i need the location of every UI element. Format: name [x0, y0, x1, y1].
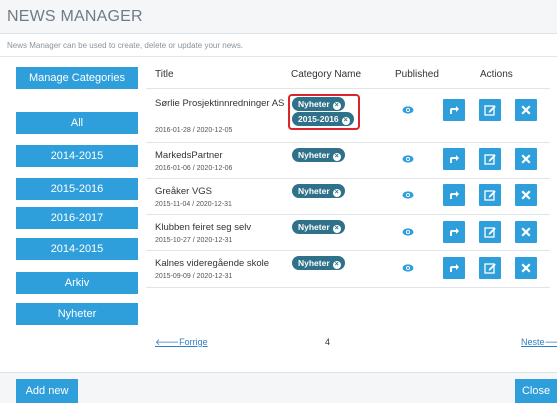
close-icon [521, 190, 531, 200]
title-bar: NEWS MANAGER [0, 0, 557, 34]
page-title: NEWS MANAGER [7, 8, 143, 25]
category-nyheter-button[interactable]: Nyheter [16, 303, 138, 325]
row-dates: 2016-01-28 / 2020-12-05 [155, 127, 233, 134]
row-title: MarkedsPartner [155, 150, 223, 161]
row-dates: 2015-11-04 / 2020-12-31 [155, 201, 232, 208]
eye-icon [402, 155, 414, 163]
edit-icon [484, 190, 496, 201]
divider [0, 56, 557, 57]
tag-label: Nyheter [298, 258, 330, 268]
arrow-left-icon: 🡐 [155, 337, 180, 347]
highlight-box [288, 94, 360, 130]
edit-button[interactable] [479, 221, 501, 243]
pager-next-label: Neste [521, 337, 545, 347]
remove-tag-icon[interactable]: × [332, 225, 341, 233]
share-icon [450, 106, 459, 114]
row-divider [146, 88, 550, 89]
eye-icon [402, 228, 414, 236]
arrow-right-icon: 🡒 [544, 337, 557, 347]
category-2015-2016-button[interactable]: 2015-2016 [16, 178, 138, 200]
pager-prev-label: Forrige [179, 337, 208, 347]
column-header-category: Category Name [291, 69, 362, 80]
row-divider [146, 178, 550, 179]
close-icon [521, 154, 531, 164]
row-divider [146, 214, 550, 215]
pager-current-page: 4 [325, 337, 331, 347]
category-arkiv-button[interactable]: Arkiv [16, 272, 138, 294]
row-divider [146, 250, 550, 251]
close-icon [521, 263, 531, 273]
edit-button[interactable] [479, 257, 501, 279]
pager-prev-link[interactable]: 🡐Forrige [155, 337, 208, 348]
share-icon [450, 228, 459, 236]
row-title: Kalnes videregående skole [155, 258, 270, 269]
row-title: Greåker VGS [155, 186, 213, 197]
footer-bar [0, 372, 557, 403]
remove-tag-icon[interactable]: × [332, 153, 341, 161]
close-button[interactable]: Close [515, 379, 557, 403]
eye-icon [402, 106, 414, 114]
share-icon [450, 155, 459, 163]
category-2014-2015-button[interactable]: 2014-2015 [16, 145, 138, 167]
add-new-button[interactable]: Add new [16, 379, 78, 403]
pager-next-link[interactable]: Neste🡒 [521, 337, 557, 348]
row-dates: 2016-01-06 / 2020-12-06 [155, 165, 233, 172]
share-button[interactable] [443, 148, 465, 170]
tag-label: Nyheter [298, 150, 330, 160]
category-2014-2015-second-button[interactable]: 2014-2015 [16, 238, 138, 260]
edit-button[interactable] [479, 148, 501, 170]
edit-icon [484, 263, 496, 274]
column-header-published: Published [395, 69, 439, 80]
row-title: Sørlie Prosjektinnredninger AS [155, 98, 285, 109]
eye-icon [402, 191, 414, 199]
share-icon [450, 191, 459, 199]
edit-icon [484, 154, 496, 165]
edit-icon [484, 105, 496, 116]
share-button[interactable] [443, 221, 465, 243]
remove-tag-icon[interactable]: × [332, 189, 341, 197]
delete-button[interactable] [515, 148, 537, 170]
delete-button[interactable] [515, 257, 537, 279]
share-button[interactable] [443, 99, 465, 121]
remove-tag-icon[interactable]: × [332, 261, 341, 269]
category-tag[interactable]: Nyheter × [292, 220, 345, 234]
tag-label: Nyheter [298, 222, 330, 232]
category-all-button[interactable]: All [16, 112, 138, 134]
page-description: News Manager can be used to create, dele… [7, 41, 244, 50]
share-button[interactable] [443, 257, 465, 279]
row-divider [146, 287, 550, 288]
category-2016-2017-button[interactable]: 2016-2017 [16, 207, 138, 229]
column-header-actions: Actions [480, 69, 513, 80]
edit-icon [484, 227, 496, 238]
delete-button[interactable] [515, 184, 537, 206]
category-tag[interactable]: Nyheter × [292, 256, 345, 270]
row-divider [146, 142, 550, 143]
edit-button[interactable] [479, 184, 501, 206]
tag-label: Nyheter [298, 186, 330, 196]
share-icon [450, 264, 459, 272]
eye-icon [402, 264, 414, 272]
category-tag[interactable]: Nyheter × [292, 148, 345, 162]
manage-categories-button[interactable]: Manage Categories [16, 67, 138, 89]
column-header-title: Title [155, 69, 174, 80]
row-dates: 2015-10-27 / 2020-12-31 [155, 237, 233, 244]
delete-button[interactable] [515, 221, 537, 243]
close-icon [521, 105, 531, 115]
share-button[interactable] [443, 184, 465, 206]
delete-button[interactable] [515, 99, 537, 121]
row-dates: 2015-09-09 / 2020-12-31 [155, 273, 233, 280]
category-tag[interactable]: Nyheter × [292, 184, 345, 198]
close-icon [521, 227, 531, 237]
edit-button[interactable] [479, 99, 501, 121]
row-title: Klubben feiret seg selv [155, 222, 252, 233]
